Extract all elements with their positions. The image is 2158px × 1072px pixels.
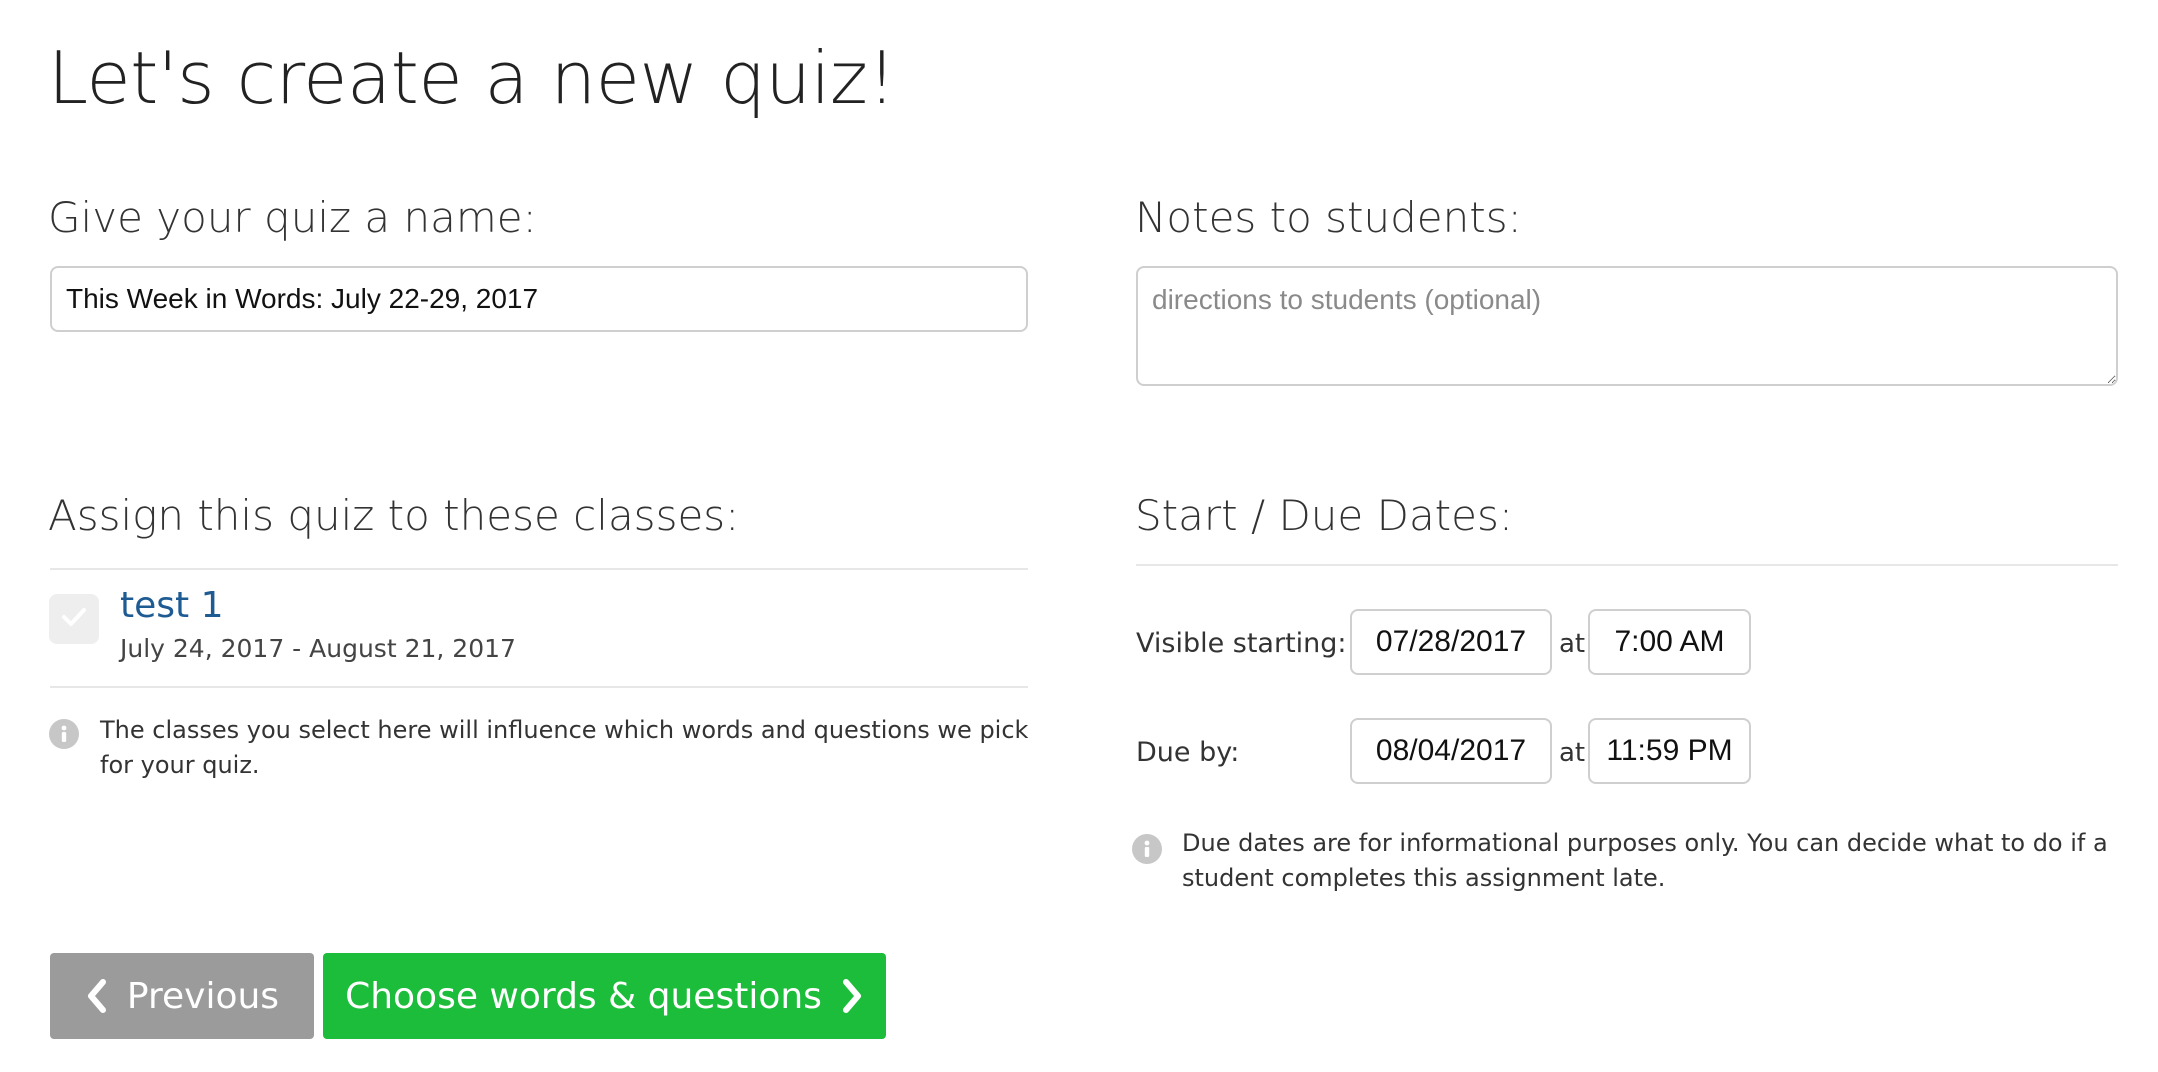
info-icon [49, 719, 79, 749]
check-icon [61, 606, 87, 633]
class-dates: July 24, 2017 - August 21, 2017 [120, 634, 516, 663]
quiz-name-input[interactable] [50, 266, 1028, 332]
choose-words-button-label: Choose words & questions [345, 975, 822, 1017]
visible-date-input[interactable] [1350, 609, 1552, 675]
choose-words-button[interactable]: Choose words & questions [323, 953, 886, 1039]
notes-heading: Notes to students: [1135, 193, 1522, 242]
classes-divider-bottom [50, 686, 1028, 688]
class-checkbox[interactable] [49, 594, 99, 644]
classes-info-text: The classes you select here will influen… [100, 716, 1029, 779]
page-title: Let's create a new quiz! [48, 36, 896, 120]
chevron-left-icon [85, 978, 109, 1014]
previous-button[interactable]: Previous [50, 953, 314, 1039]
chevron-right-icon [840, 978, 864, 1014]
visible-starting-label: Visible starting: [1136, 628, 1347, 659]
due-at-label: at [1559, 738, 1586, 768]
previous-button-label: Previous [126, 975, 280, 1017]
dates-info-text: Due dates are for informational purposes… [1182, 829, 2108, 892]
due-date-input[interactable] [1350, 718, 1552, 784]
classes-divider-top [50, 568, 1028, 570]
notes-textarea[interactable] [1136, 266, 2118, 386]
visible-at-label: at [1559, 629, 1586, 659]
classes-heading: Assign this quiz to these classes: [48, 491, 740, 540]
quiz-name-heading: Give your quiz a name: [48, 193, 537, 242]
info-icon [1132, 834, 1162, 864]
dates-heading: Start / Due Dates: [1135, 491, 1514, 540]
class-name-link[interactable]: test 1 [120, 582, 223, 630]
due-time-input[interactable] [1588, 718, 1751, 784]
due-by-label: Due by: [1136, 737, 1240, 768]
visible-time-input[interactable] [1588, 609, 1751, 675]
dates-divider [1136, 564, 2118, 566]
